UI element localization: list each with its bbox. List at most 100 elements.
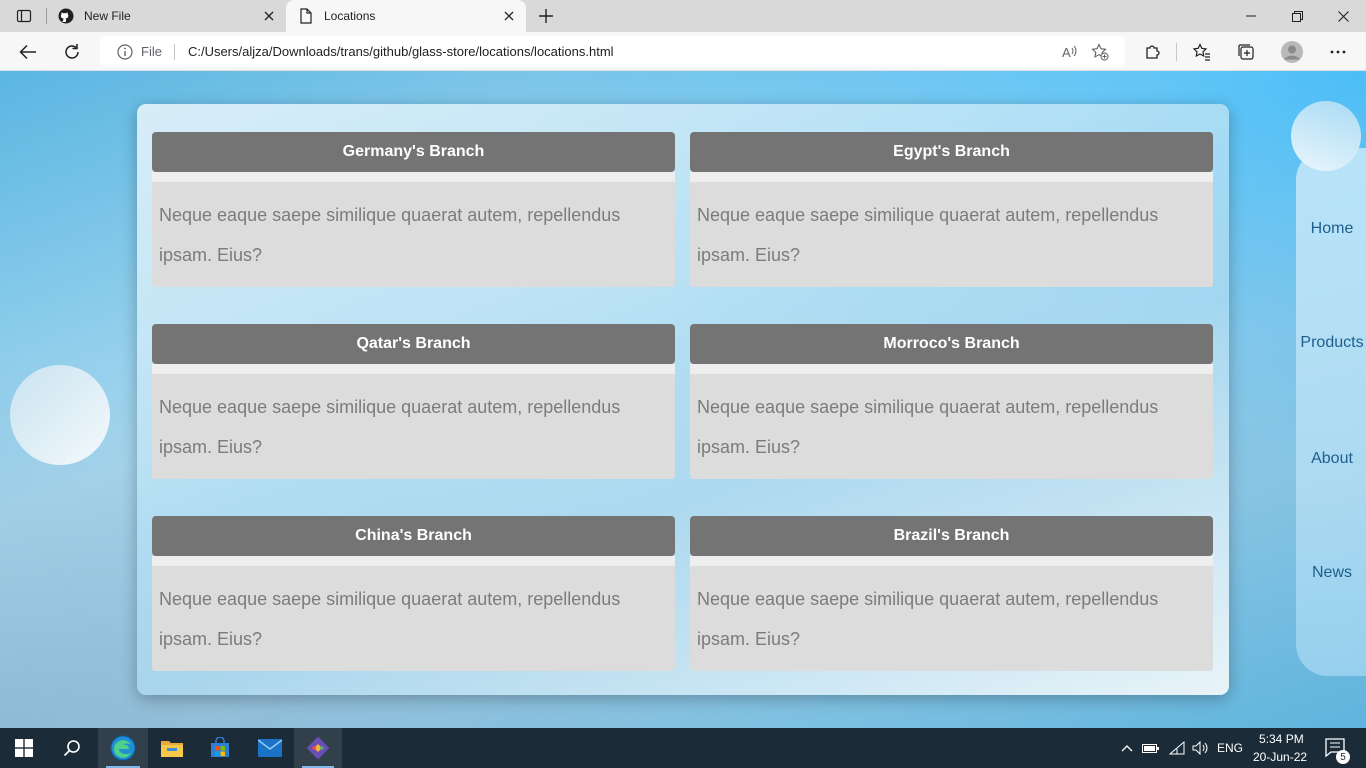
- decorative-bubble: [10, 365, 110, 465]
- favorites-icon: [1193, 43, 1210, 61]
- card-divider: [152, 556, 675, 566]
- file-explorer-icon: [161, 741, 183, 757]
- page-viewport: Germany's Branch Neque eaque saepe simil…: [0, 71, 1366, 728]
- nav-link-home[interactable]: Home: [1296, 220, 1366, 238]
- new-tab-button[interactable]: [534, 4, 558, 28]
- branch-title: Egypt's Branch: [690, 132, 1213, 172]
- github-icon: [58, 8, 74, 24]
- clock-date[interactable]: 20-Jun-22: [1253, 750, 1307, 764]
- branch-card: Qatar's Branch Neque eaque saepe similiq…: [152, 324, 675, 479]
- language-indicator[interactable]: ENG: [1217, 741, 1243, 755]
- toolbar-divider: [1176, 43, 1177, 61]
- battery-status[interactable]: [1140, 728, 1162, 768]
- close-icon: [1337, 10, 1349, 22]
- git-icon: [306, 736, 330, 760]
- page-icon: [298, 8, 314, 24]
- address-bar[interactable]: File C:/Users/aljza/Downloads/trans/gith…: [100, 36, 1125, 67]
- minimize-button[interactable]: [1228, 0, 1274, 32]
- branch-description: Neque eaque saepe similique quaerat aute…: [690, 182, 1213, 287]
- more-horizontal-icon: [1330, 50, 1346, 54]
- favorites-button[interactable]: [1188, 39, 1216, 65]
- tab-locations[interactable]: Locations: [286, 0, 526, 32]
- branch-description: Neque eaque saepe similique quaerat aute…: [690, 374, 1213, 479]
- card-divider: [690, 364, 1213, 374]
- branch-card: Egypt's Branch Neque eaque saepe similiq…: [690, 132, 1213, 287]
- notifications-button[interactable]: 5: [1316, 728, 1356, 768]
- taskbar-search-button[interactable]: [48, 728, 96, 768]
- close-tab-icon[interactable]: [262, 9, 276, 23]
- settings-menu-button[interactable]: [1324, 39, 1352, 65]
- avatar-icon: [1281, 41, 1303, 63]
- browser-tab-strip: New File Locations: [0, 0, 1366, 32]
- minimize-icon: [1246, 15, 1256, 17]
- branch-title: Qatar's Branch: [152, 324, 675, 364]
- taskbar-store-button[interactable]: [196, 728, 244, 768]
- notification-count-badge: 5: [1336, 750, 1350, 764]
- decorative-bubble: [1291, 101, 1361, 171]
- branch-description: Neque eaque saepe similique quaerat aute…: [152, 566, 675, 671]
- branch-card: Brazil's Branch Neque eaque saepe simili…: [690, 516, 1213, 671]
- show-hidden-icons-button[interactable]: [1118, 728, 1136, 768]
- info-icon[interactable]: [117, 43, 133, 60]
- tab-title: New File: [84, 9, 131, 23]
- wifi-icon: [1169, 741, 1185, 755]
- microsoft-store-icon: [211, 737, 229, 757]
- collections-button[interactable]: [1232, 39, 1260, 65]
- nav-link-news[interactable]: News: [1296, 564, 1366, 582]
- branch-card: Germany's Branch Neque eaque saepe simil…: [152, 132, 675, 287]
- restore-icon: [1291, 10, 1303, 22]
- clock-time[interactable]: 5:34 PM: [1259, 732, 1304, 746]
- card-divider: [152, 172, 675, 182]
- taskbar-explorer-button[interactable]: [148, 728, 196, 768]
- tab-title: Locations: [324, 9, 376, 23]
- add-favorite-icon[interactable]: [1085, 39, 1115, 65]
- address-divider: [173, 43, 175, 60]
- read-aloud-icon[interactable]: A: [1055, 39, 1085, 65]
- branch-description: Neque eaque saepe similique quaerat aute…: [690, 566, 1213, 671]
- branch-title: Germany's Branch: [152, 132, 675, 172]
- browser-toolbar: File C:/Users/aljza/Downloads/trans/gith…: [0, 32, 1366, 71]
- card-divider: [690, 172, 1213, 182]
- edge-icon: [110, 735, 136, 761]
- nav-link-products[interactable]: Products: [1296, 334, 1366, 352]
- card-divider: [152, 364, 675, 374]
- restore-button[interactable]: [1274, 0, 1320, 32]
- mail-icon: [258, 739, 282, 757]
- svg-text:A: A: [1062, 45, 1071, 60]
- nav-link-about[interactable]: About: [1296, 450, 1366, 468]
- taskbar-mail-button[interactable]: [246, 728, 294, 768]
- windows-taskbar: ENG 5:34 PM 20-Jun-22 5: [0, 728, 1366, 768]
- extensions-button[interactable]: [1139, 39, 1167, 65]
- back-button[interactable]: [14, 39, 42, 65]
- url-text[interactable]: C:/Users/aljza/Downloads/trans/github/gl…: [188, 44, 1055, 59]
- plus-icon: [539, 9, 553, 23]
- locations-panel: Germany's Branch Neque eaque saepe simil…: [137, 104, 1229, 695]
- branch-title: Morroco's Branch: [690, 324, 1213, 364]
- battery-icon: [1142, 744, 1159, 753]
- card-divider: [690, 556, 1213, 566]
- network-status[interactable]: [1166, 728, 1188, 768]
- volume-control[interactable]: [1190, 728, 1212, 768]
- tab-new-file[interactable]: New File: [46, 0, 286, 32]
- collections-icon: [1238, 44, 1254, 60]
- tab-actions-icon: [16, 9, 32, 23]
- side-navigation: Home Products About News: [1296, 148, 1366, 676]
- back-arrow-icon: [19, 44, 36, 60]
- close-window-button[interactable]: [1320, 0, 1366, 32]
- branch-description: Neque eaque saepe similique quaerat aute…: [152, 374, 675, 479]
- branch-card: China's Branch Neque eaque saepe similiq…: [152, 516, 675, 671]
- url-scheme-label: File: [141, 44, 162, 59]
- branch-title: China's Branch: [152, 516, 675, 556]
- profile-button[interactable]: [1278, 39, 1306, 65]
- search-icon: [63, 740, 80, 757]
- taskbar-edge-button[interactable]: [98, 728, 148, 768]
- branch-title: Brazil's Branch: [690, 516, 1213, 556]
- taskbar-git-button[interactable]: [294, 728, 342, 768]
- start-button[interactable]: [0, 728, 48, 768]
- branch-card: Morroco's Branch Neque eaque saepe simil…: [690, 324, 1213, 479]
- tab-actions-button[interactable]: [8, 4, 40, 28]
- refresh-icon: [65, 44, 79, 59]
- close-tab-icon[interactable]: [502, 9, 516, 23]
- refresh-button[interactable]: [58, 39, 86, 65]
- speaker-icon: [1192, 741, 1208, 755]
